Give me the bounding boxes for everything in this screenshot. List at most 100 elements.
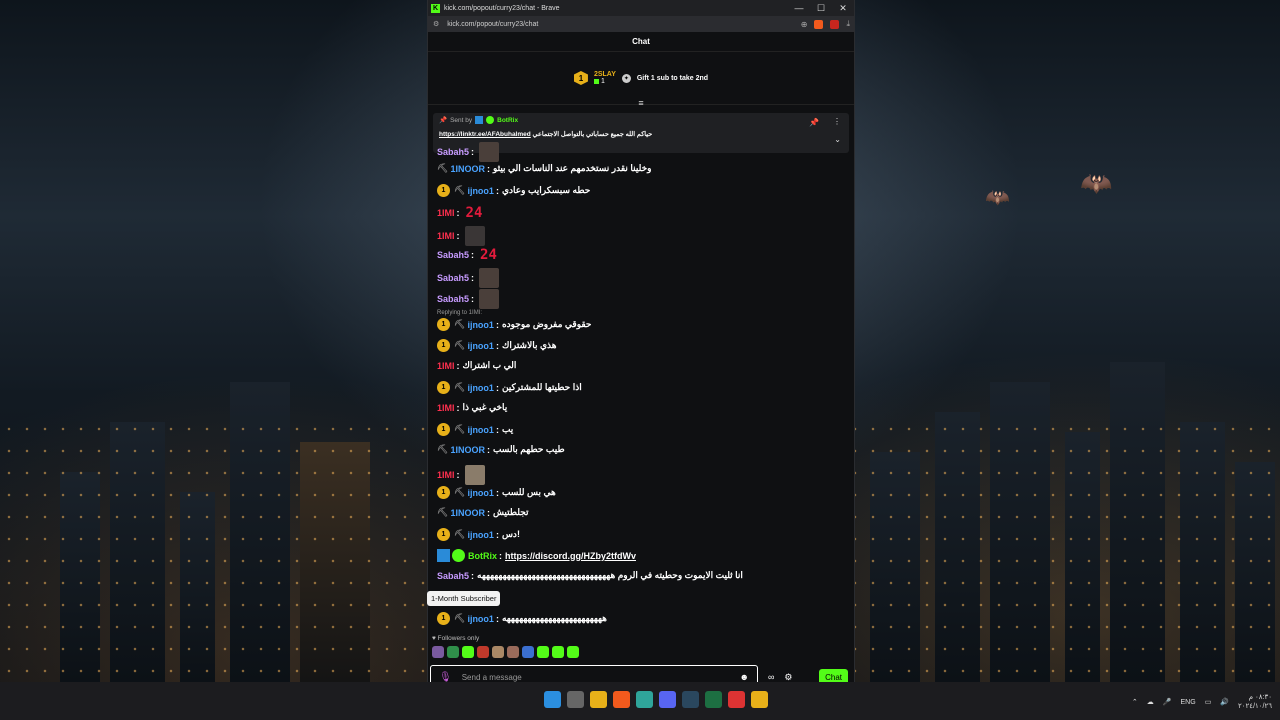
points-icon[interactable]: ∞ (768, 672, 774, 682)
cloud-icon[interactable]: ☁ (1147, 698, 1154, 706)
chevron-up-icon[interactable]: ⌃ (1132, 698, 1138, 706)
pinned-sender[interactable]: BotRix (497, 117, 518, 124)
message-username[interactable]: Sabah5 (437, 250, 469, 260)
emote-4[interactable] (477, 646, 489, 658)
subscriber-badge-icon[interactable]: 1 (437, 184, 450, 197)
edge-icon[interactable] (636, 691, 653, 708)
brave-rewards-icon[interactable] (830, 19, 840, 29)
message-username[interactable]: ijnoo1 (467, 383, 494, 393)
subscriber-badge-icon[interactable]: 1 (437, 318, 450, 331)
subscriber-badge-icon[interactable]: 1 (437, 339, 450, 352)
chat-message[interactable]: 1IMI:24 (437, 205, 844, 221)
clock-date[interactable]: ٢٠٢٤/١٠/٢٦ (1238, 702, 1272, 711)
message-list[interactable]: Sabah5: ⛏ 1INOOR: وخلينا نقدر نستخدمهم عند … (428, 142, 854, 632)
emote-image[interactable] (479, 268, 500, 288)
site-settings-icon[interactable]: ⚙ (433, 20, 439, 28)
chat-message[interactable]: Sabah5: انا ثليت الايموت وحطيته في الروم … (437, 570, 844, 581)
chat-message[interactable]: Sabah5: (437, 268, 844, 288)
chat-message[interactable]: 1IMI: (437, 226, 844, 246)
emote-10[interactable] (567, 646, 579, 658)
chat-message[interactable]: BotRix: https://discord.gg/HZby2tfdWv (437, 549, 844, 562)
subscriber-badge-icon[interactable]: 1 (437, 381, 450, 394)
chat-message[interactable]: 1IMI: ياخي غبي ذا (437, 402, 844, 413)
chat-message[interactable]: 1 ⛏ ijnoo1: ههههههههههههههههههههههههه (437, 612, 844, 625)
collapse-icon[interactable]: ≡ (638, 98, 643, 108)
emote-1[interactable] (432, 646, 444, 658)
emote-8[interactable] (537, 646, 549, 658)
message-username[interactable]: Sabah5 (437, 571, 469, 581)
emoji-icon[interactable]: ☻ (740, 672, 749, 682)
chat-message[interactable]: 1 ⛏ ijnoo1: هي بس للسب (437, 486, 844, 499)
message-username[interactable]: 1IMI (437, 231, 455, 241)
message-username[interactable]: ijnoo1 (467, 614, 494, 624)
pinned-link[interactable]: https://linktr.ee/AFAbuhalmed (439, 131, 531, 138)
emote-image[interactable] (479, 289, 500, 309)
pin-icon[interactable]: 📌 (809, 118, 819, 127)
subscriber-badge-icon[interactable]: 1 (437, 528, 450, 541)
message-username[interactable]: ijnoo1 (467, 320, 494, 330)
message-username[interactable]: ijnoo1 (467, 425, 494, 435)
message-username[interactable]: 1INOOR (450, 164, 485, 174)
message-username[interactable]: ijnoo1 (467, 530, 494, 540)
message-username[interactable]: 1IMI (437, 403, 455, 413)
microphone-icon[interactable]: 🎤 (1163, 698, 1172, 706)
message-username[interactable]: 1IMI (437, 208, 455, 218)
message-username[interactable]: 1IMI (437, 361, 455, 371)
volume-icon[interactable]: 🔊 (1220, 698, 1229, 706)
chat-message[interactable]: 1 ⛏ ijnoo1: دس! (437, 528, 844, 541)
windows-start-icon[interactable] (544, 691, 561, 708)
emote-image[interactable] (479, 142, 500, 162)
chat-message[interactable]: 1 ⛏ ijnoo1: حقوقي مفروض موجوده (437, 318, 844, 331)
zoom-icon[interactable]: ⊕ (801, 20, 808, 29)
message-username[interactable]: ijnoo1 (467, 488, 494, 498)
subscriber-badge-icon[interactable]: 1 (437, 486, 450, 499)
language-indicator[interactable]: ENG (1181, 699, 1196, 706)
emote-6[interactable] (507, 646, 519, 658)
address-bar[interactable]: ⚙ kick.com/popout/curry23/chat ⊕ ⤓ (428, 16, 854, 32)
chrome-icon[interactable] (728, 691, 745, 708)
gift-cta[interactable]: Gift 1 sub to take 2nd (637, 75, 708, 82)
emote-image[interactable] (464, 226, 485, 246)
chat-message[interactable]: Sabah5:24 (437, 247, 844, 263)
chat-message[interactable]: 1 ⛏ ijnoo1: هذي بالاشتراك (437, 339, 844, 352)
chat-message[interactable]: 1 ⛏ ijnoo1: اذا حطيتها للمشتركين (437, 381, 844, 394)
settings-icon[interactable]: ⚙ (784, 672, 792, 683)
chat-message[interactable]: ⛏ 1INOOR: تجلطتيش (437, 507, 844, 518)
chat-message[interactable]: 1 ⛏ ijnoo1: حطه سبسكرايب وعادي (437, 184, 844, 197)
network-icon[interactable]: ▭ (1205, 698, 1212, 706)
brave-shields-icon[interactable] (814, 19, 824, 29)
file-explorer-icon[interactable] (590, 691, 607, 708)
message-username[interactable]: ijnoo1 (467, 341, 494, 351)
chat-message[interactable]: 1IMI: الي ب اشتراك (437, 360, 844, 371)
discord-icon[interactable] (659, 691, 676, 708)
chat-message[interactable]: 1 ⛏ ijnoo1: يب (437, 423, 844, 436)
url-text[interactable]: kick.com/popout/curry23/chat (447, 21, 538, 28)
emote-7[interactable] (522, 646, 534, 658)
chat-message[interactable]: 1IMI: (437, 465, 844, 485)
gift-leaderboard[interactable]: 1 2SLAY 1 ✦ Gift 1 sub to take 2nd ≡ (428, 52, 854, 108)
message-username[interactable]: 1IMI (437, 470, 455, 480)
leader-username[interactable]: 2SLAY (594, 71, 616, 78)
input-placeholder[interactable]: Send a message (462, 673, 522, 682)
emote-5[interactable] (492, 646, 504, 658)
maximize-button[interactable]: ☐ (810, 3, 832, 14)
chat-message[interactable]: ⛏ 1INOOR: وخلينا نقدر نستخدمهم عند الناسات… (437, 163, 844, 174)
minimize-button[interactable]: — (788, 3, 810, 14)
subscriber-badge-icon[interactable]: 1 (437, 612, 450, 625)
app-icon[interactable] (751, 691, 768, 708)
message-link[interactable]: https://discord.gg/HZby2tfdWv (505, 551, 636, 561)
emote-3[interactable] (462, 646, 474, 658)
chat-message[interactable]: ⛏ 1INOOR: طيب حطهم بالسب (437, 444, 844, 455)
emote-2[interactable] (447, 646, 459, 658)
close-button[interactable]: ✕ (832, 3, 854, 14)
chat-message[interactable]: Sabah5: (437, 142, 844, 162)
message-username[interactable]: 1INOOR (450, 508, 485, 518)
more-options-icon[interactable]: ⋮ (833, 117, 841, 126)
steam-icon[interactable] (682, 691, 699, 708)
number-emote[interactable]: 24 (480, 247, 497, 263)
emote-9[interactable] (552, 646, 564, 658)
clock-time[interactable]: ٠٨:٣٠ م (1238, 693, 1272, 702)
emote-image[interactable] (464, 465, 485, 485)
chat-message[interactable]: Sabah5: (437, 289, 844, 309)
message-username[interactable]: BotRix (468, 551, 497, 561)
